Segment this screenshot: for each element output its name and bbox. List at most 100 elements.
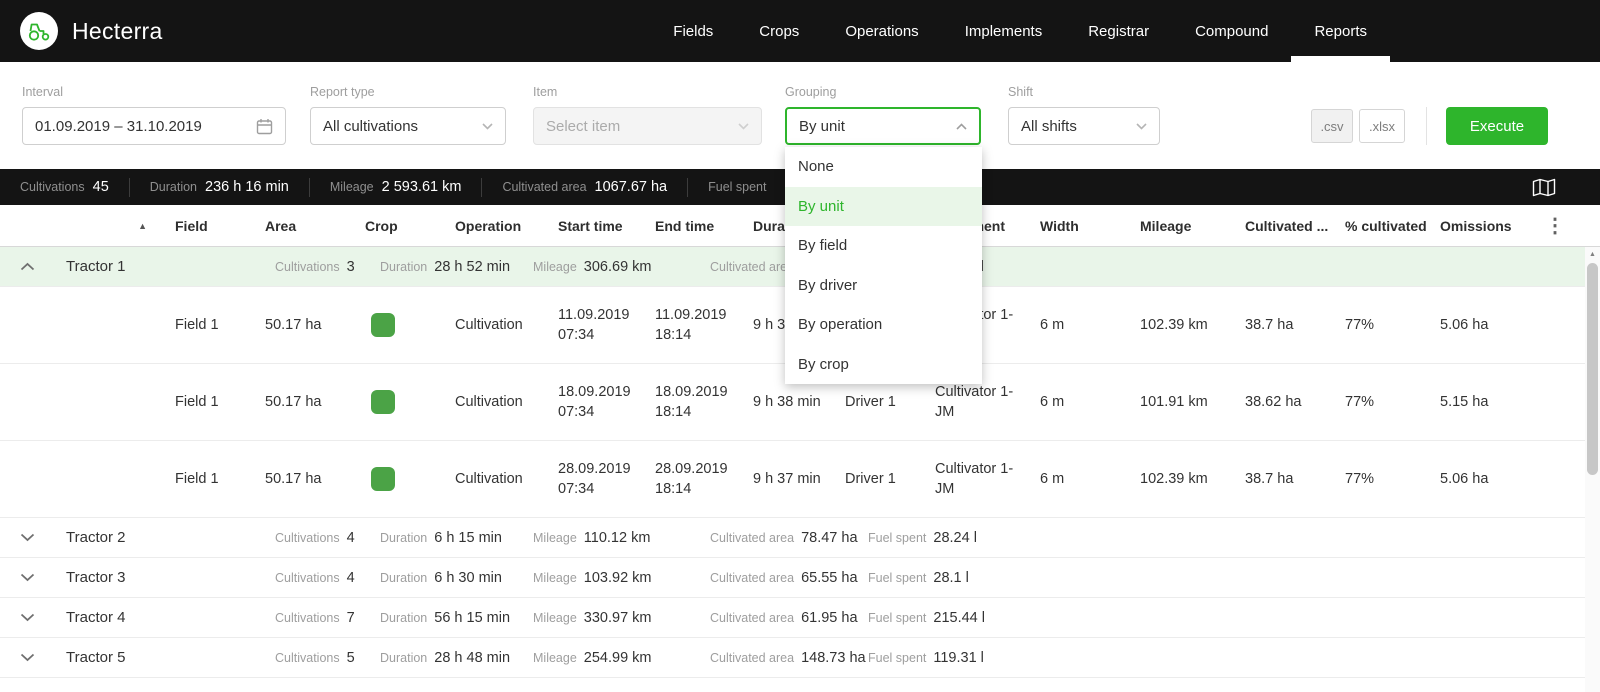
nav-label: Registrar xyxy=(1088,22,1150,40)
grouping-label: Grouping xyxy=(785,85,837,99)
date: 18.09.2019 xyxy=(655,384,728,400)
group-stat-value: 4 xyxy=(346,529,355,546)
nav-item-compound[interactable]: Compound xyxy=(1172,0,1291,62)
nav-label: Reports xyxy=(1314,22,1367,40)
nav-item-crops[interactable]: Crops xyxy=(736,0,822,62)
column-crop[interactable]: Crop xyxy=(353,205,443,246)
cell-omissions: 5.06 ha xyxy=(1440,471,1489,487)
grouping-option-by-field[interactable]: By field xyxy=(785,226,982,266)
column-width[interactable]: Width xyxy=(1028,205,1128,246)
column-operation[interactable]: Operation xyxy=(443,205,546,246)
group-stat-label: Cultivations xyxy=(275,650,340,665)
group-row-tractor-3[interactable]: Tractor 3 Cultivations 4 Duration 6 h 30 m… xyxy=(0,558,1600,598)
column-area[interactable]: Area xyxy=(253,205,353,246)
group-row-tractor-5[interactable]: Tractor 5 Cultivations 5 Duration 28 h 48 … xyxy=(0,638,1600,678)
group-stat-label: Mileage xyxy=(533,570,577,585)
cell-operation: Cultivation xyxy=(455,471,523,487)
group-row-tractor-2[interactable]: Tractor 2 Cultivations 4 Duration 6 h 15 m… xyxy=(0,518,1600,558)
chevron-down-icon xyxy=(738,122,749,130)
group-row-tractor-4[interactable]: Tractor 4 Cultivations 7 Duration 56 h 15 … xyxy=(0,598,1600,638)
column-omissions[interactable]: Omissions xyxy=(1428,205,1533,246)
chevron-down-icon[interactable] xyxy=(20,653,38,662)
nav-item-reports[interactable]: Reports xyxy=(1291,0,1390,62)
group-stat-label: Fuel spent xyxy=(868,530,927,545)
nav-label: Implements xyxy=(964,22,1043,40)
vertical-scrollbar[interactable]: ▲ xyxy=(1585,247,1600,692)
shift-select[interactable]: All shifts xyxy=(1008,107,1160,145)
group-stat-value: 28.24 l xyxy=(933,529,977,546)
cell-operation: Cultivation xyxy=(455,394,523,410)
column-mileage[interactable]: Mileage xyxy=(1128,205,1233,246)
shift-label: Shift xyxy=(1008,85,1034,99)
group-stat-value: 254.99 km xyxy=(583,649,652,666)
nav-item-operations[interactable]: Operations xyxy=(822,0,941,62)
group-stat-label: Cultivated area xyxy=(710,530,795,545)
time: 07:34 xyxy=(558,481,595,497)
brand: Hecterra xyxy=(20,12,163,50)
column-group-sort[interactable]: ▲ xyxy=(0,205,163,246)
group-stat-label: Fuel spent xyxy=(868,650,927,665)
column-end-time[interactable]: End time xyxy=(643,205,741,246)
date: 11.09.2019 xyxy=(558,307,630,323)
main-nav: Fields Crops Operations Implements Regis… xyxy=(650,0,1390,62)
grouping-option-by-unit[interactable]: By unit xyxy=(785,186,982,226)
column-start-time[interactable]: Start time xyxy=(546,205,643,246)
group-stat-label: Cultivated area xyxy=(710,259,795,274)
cell-cultivated: 38.62 ha xyxy=(1245,394,1302,410)
nav-label: Fields xyxy=(673,22,714,40)
interval-input[interactable]: 01.09.2019 – 31.10.2019 xyxy=(22,107,286,145)
grouping-option-by-driver[interactable]: By driver xyxy=(785,266,982,306)
cell-cultivated: 38.7 ha xyxy=(1245,317,1294,333)
group-stat-value: 78.47 ha xyxy=(801,529,858,546)
report-type-select[interactable]: All cultivations xyxy=(310,107,506,145)
group-stat-value: 6 h 15 min xyxy=(434,529,502,546)
group-stat-value: 28 h 48 min xyxy=(434,649,511,666)
chevron-down-icon[interactable] xyxy=(20,573,38,582)
scroll-up-arrow[interactable]: ▲ xyxy=(1585,247,1600,262)
column-pct-cultivated[interactable]: % cultivated xyxy=(1333,205,1428,246)
group-stat-value: 65.55 ha xyxy=(801,569,858,586)
stat-value: 1067.67 ha xyxy=(594,179,668,195)
cell-cultivated: 38.7 ha xyxy=(1245,471,1294,487)
group-stat-label: Fuel spent xyxy=(868,610,927,625)
cell-duration: 9 h 37 min xyxy=(753,471,821,487)
chevron-up-icon[interactable] xyxy=(20,262,38,271)
unit-name: Tractor 3 xyxy=(66,569,126,586)
cell-width: 6 m xyxy=(1040,394,1065,410)
column-field[interactable]: Field xyxy=(163,205,253,246)
group-stat-value: 56 h 15 min xyxy=(434,609,511,626)
grouping-option-none[interactable]: None xyxy=(785,147,982,187)
column-menu-icon[interactable]: ⋮ xyxy=(1545,213,1565,238)
cell-driver: Driver 1 xyxy=(845,471,896,487)
chevron-down-icon[interactable] xyxy=(20,613,38,622)
nav-item-registrar[interactable]: Registrar xyxy=(1065,0,1172,62)
chevron-up-icon xyxy=(956,122,967,130)
item-select[interactable]: Select item xyxy=(533,107,762,145)
group-stat-value: 110.12 km xyxy=(583,529,651,546)
column-cultivated[interactable]: Cultivated ... xyxy=(1233,205,1333,246)
grouping-option-by-crop[interactable]: By crop xyxy=(785,345,982,385)
nav-item-implements[interactable]: Implements xyxy=(942,0,1066,62)
cell-omissions: 5.15 ha xyxy=(1440,394,1489,410)
time: 07:34 xyxy=(558,404,595,420)
nav-item-fields[interactable]: Fields xyxy=(650,0,736,62)
group-stat-label: Duration xyxy=(380,610,428,625)
export-csv-button[interactable]: .csv xyxy=(1311,109,1353,143)
chevron-down-icon[interactable] xyxy=(20,533,38,542)
tractor-icon xyxy=(28,23,50,41)
cell-crop xyxy=(353,441,443,517)
map-icon[interactable] xyxy=(1532,178,1556,197)
grouping-option-by-operation[interactable]: By operation xyxy=(785,305,982,345)
grouping-select[interactable]: By unit xyxy=(785,107,981,145)
sort-asc-icon[interactable]: ▲ xyxy=(138,221,147,231)
export-xlsx-button[interactable]: .xlsx xyxy=(1359,109,1405,143)
top-nav: Hecterra Fields Crops Operations Impleme… xyxy=(0,0,1600,62)
hecterra-logo[interactable] xyxy=(20,12,58,50)
crop-color-swatch xyxy=(371,467,395,491)
execute-button[interactable]: Execute xyxy=(1446,107,1548,145)
date: 18.09.2019 xyxy=(558,384,631,400)
calendar-icon[interactable] xyxy=(256,118,273,135)
crop-color-swatch xyxy=(371,390,395,414)
scrollbar-thumb[interactable] xyxy=(1587,263,1598,475)
group-stat-label: Cultivated area xyxy=(710,650,795,665)
